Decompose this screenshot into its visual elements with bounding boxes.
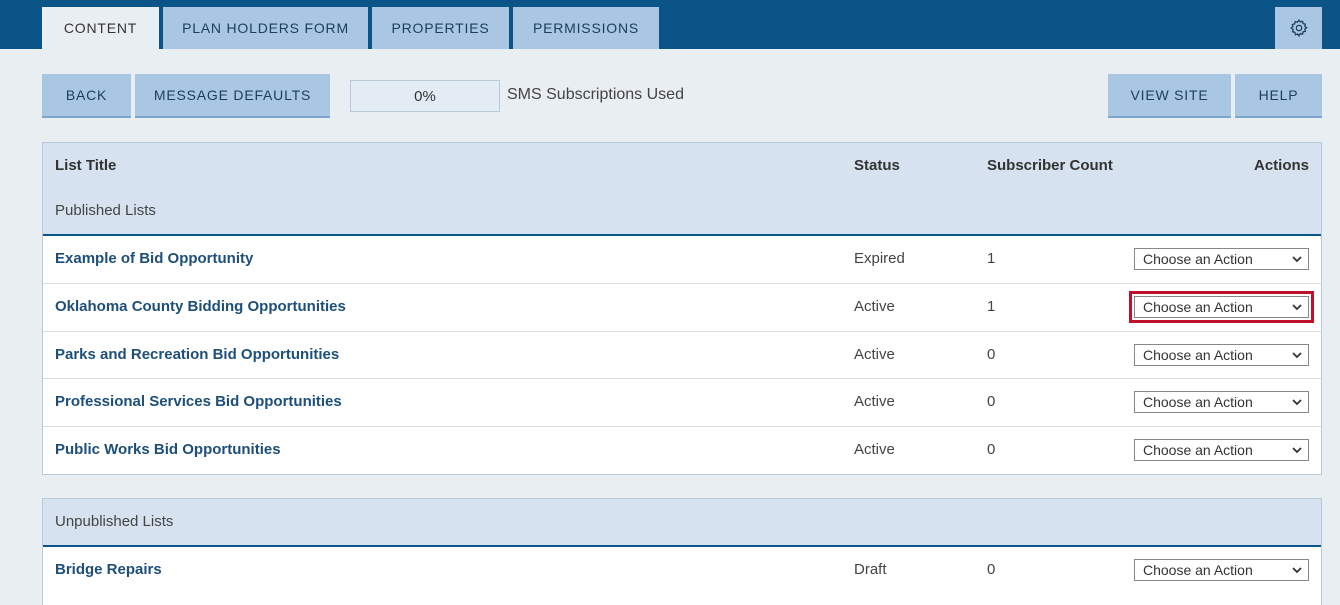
list-status: Draft	[854, 561, 887, 578]
settings-button[interactable]	[1275, 7, 1322, 49]
action-select[interactable]: Choose an Action	[1129, 291, 1314, 323]
chevron-down-icon	[1292, 352, 1302, 359]
top-nav-bar: CONTENT PLAN HOLDERS FORM PROPERTIES PER…	[0, 0, 1340, 49]
header-list-title: List Title	[55, 157, 117, 174]
sms-usage-progress: 0%	[350, 80, 500, 112]
subscriber-count: 1	[987, 298, 996, 315]
list-title-link[interactable]: Parks and Recreation Bid Opportunities	[55, 346, 339, 363]
list-title-link[interactable]: Example of Bid Opportunity	[55, 250, 253, 267]
action-select-value: Choose an Action	[1143, 394, 1253, 410]
message-defaults-button[interactable]: MESSAGE DEFAULTS	[135, 74, 330, 118]
action-select-value: Choose an Action	[1143, 562, 1253, 578]
list-title-link[interactable]: Professional Services Bid Opportunities	[55, 393, 342, 410]
action-select[interactable]: Choose an Action	[1134, 344, 1309, 366]
tab-content[interactable]: CONTENT	[42, 7, 159, 49]
table-row: Bridge Repairs Draft 0 Choose an Action	[43, 547, 1321, 595]
action-select-value: Choose an Action	[1143, 442, 1253, 458]
subscriber-count: 0	[987, 561, 996, 578]
subscriber-count: 0	[987, 346, 996, 363]
list-status: Active	[854, 441, 895, 458]
chevron-down-icon	[1292, 567, 1302, 574]
list-title-link[interactable]: Oklahoma County Bidding Opportunities	[55, 298, 346, 315]
tab-permissions[interactable]: PERMISSIONS	[513, 7, 659, 49]
action-select[interactable]: Choose an Action	[1134, 248, 1309, 270]
back-button[interactable]: BACK	[42, 74, 131, 118]
gear-icon	[1289, 19, 1308, 38]
published-lists-label: Published Lists	[55, 202, 156, 219]
chevron-down-icon	[1292, 399, 1302, 406]
subscriber-count: 1	[987, 250, 996, 267]
header-status: Status	[854, 157, 900, 174]
action-select[interactable]: Choose an Action	[1134, 439, 1309, 461]
list-title-link[interactable]: Public Works Bid Opportunities	[55, 441, 281, 458]
list-status: Active	[854, 346, 895, 363]
unpublished-header: Unpublished Lists	[43, 499, 1321, 547]
sms-usage-value: 0%	[414, 87, 436, 105]
published-lists-panel: List Title Status Subscriber Count Actio…	[42, 142, 1322, 475]
action-select[interactable]: Choose an Action	[1134, 391, 1309, 413]
list-status: Active	[854, 298, 895, 315]
list-status: Expired	[854, 250, 905, 267]
table-row: Oklahoma County Bidding Opportunities Ac…	[43, 284, 1321, 332]
table-row: Example of Bid Opportunity Expired 1 Cho…	[43, 236, 1321, 284]
view-site-button[interactable]: VIEW SITE	[1108, 74, 1231, 118]
table-header: List Title Status Subscriber Count Actio…	[43, 143, 1321, 236]
help-button[interactable]: HELP	[1235, 74, 1322, 118]
table-row: Professional Services Bid Opportunities …	[43, 379, 1321, 427]
action-select-value: Choose an Action	[1143, 347, 1253, 363]
action-select-value: Choose an Action	[1143, 299, 1253, 315]
header-subscriber-count: Subscriber Count	[987, 157, 1113, 174]
action-select-value: Choose an Action	[1143, 251, 1253, 267]
subscriber-count: 0	[987, 441, 996, 458]
sms-usage-label: SMS Subscriptions Used	[507, 86, 684, 103]
list-title-link[interactable]: Bridge Repairs	[55, 561, 162, 578]
unpublished-lists-label: Unpublished Lists	[55, 513, 174, 530]
table-row: Public Works Bid Opportunities Active 0 …	[43, 427, 1321, 474]
table-row: Parks and Recreation Bid Opportunities A…	[43, 332, 1321, 379]
tab-plan-holders-form[interactable]: PLAN HOLDERS FORM	[163, 7, 368, 49]
header-actions: Actions	[1253, 157, 1309, 174]
unpublished-lists-panel: Unpublished Lists Bridge Repairs Draft 0…	[42, 498, 1322, 605]
list-status: Active	[854, 393, 895, 410]
chevron-down-icon	[1292, 256, 1302, 263]
chevron-down-icon	[1292, 304, 1302, 311]
tab-properties[interactable]: PROPERTIES	[372, 7, 509, 49]
subscriber-count: 0	[987, 393, 996, 410]
chevron-down-icon	[1292, 447, 1302, 454]
action-select[interactable]: Choose an Action	[1134, 559, 1309, 581]
